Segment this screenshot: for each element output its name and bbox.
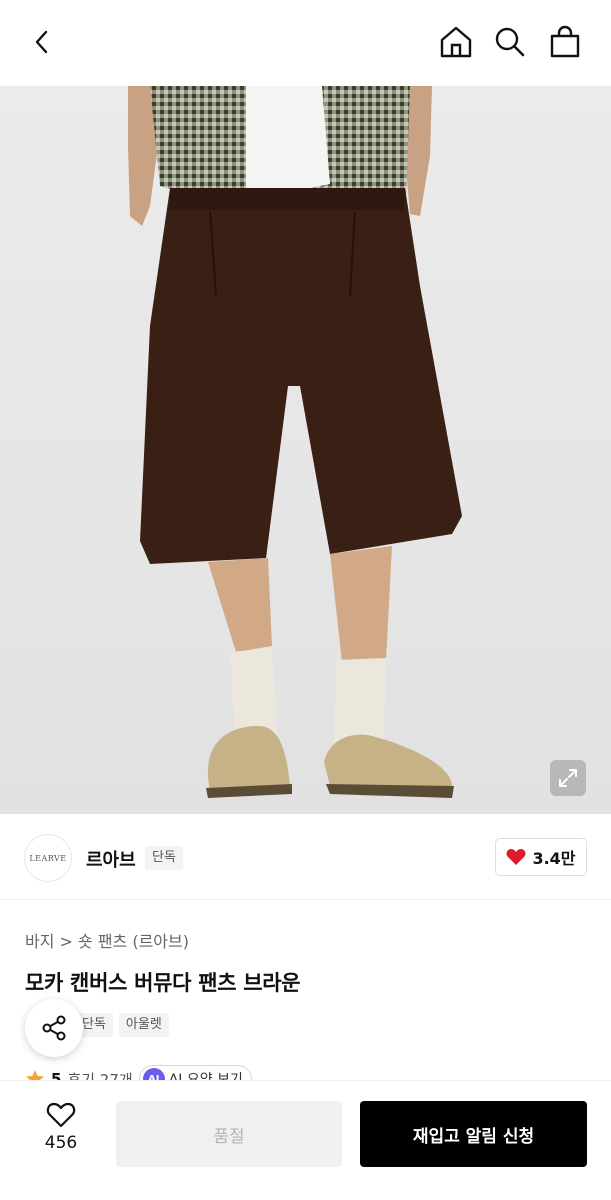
expand-icon [559, 769, 577, 787]
share-button[interactable] [25, 999, 83, 1057]
heart-outline-icon [46, 1102, 76, 1128]
share-icon [42, 1015, 66, 1041]
soldout-button: 품절 [116, 1101, 342, 1167]
top-nav-bar [0, 0, 611, 86]
brand-like-button[interactable]: 3.4만 [495, 838, 587, 876]
shopping-bag-icon [550, 25, 580, 58]
tag-outlet: 아울렛 [118, 1013, 169, 1037]
product-tags: 단독 아울렛 [75, 1013, 169, 1037]
brand-row: LEARVE 르아브 단독 3.4만 [0, 814, 611, 900]
brand-like-count: 3.4만 [532, 849, 576, 868]
expand-image-button[interactable] [550, 760, 586, 796]
bottom-action-bar: 456 품절 재입고 알림 신청 [0, 1080, 611, 1200]
exclusive-badge: 단독 [145, 846, 183, 870]
cart-button[interactable] [545, 22, 585, 62]
product-image[interactable] [0, 86, 611, 814]
chevron-left-icon [35, 30, 48, 54]
brand-name[interactable]: 르아브 [86, 846, 136, 872]
back-button[interactable] [22, 22, 62, 62]
home-icon [440, 26, 472, 58]
brand-logo[interactable]: LEARVE [24, 834, 72, 882]
product-title: 모카 캔버스 버뮤다 팬츠 브라운 [25, 971, 301, 995]
search-button[interactable] [490, 22, 530, 62]
wishlist-button[interactable]: 456 [32, 1101, 90, 1165]
brand-logo-text: LEARVE [29, 853, 67, 863]
wishlist-count: 456 [44, 1133, 78, 1153]
breadcrumb[interactable]: 바지 > 숏 팬츠 (르아브) [25, 928, 189, 952]
restock-alert-button[interactable]: 재입고 알림 신청 [360, 1101, 587, 1167]
home-button[interactable] [436, 22, 476, 62]
product-photo-illustration [128, 86, 462, 798]
search-icon [495, 27, 525, 57]
heart-filled-icon [507, 849, 526, 865]
